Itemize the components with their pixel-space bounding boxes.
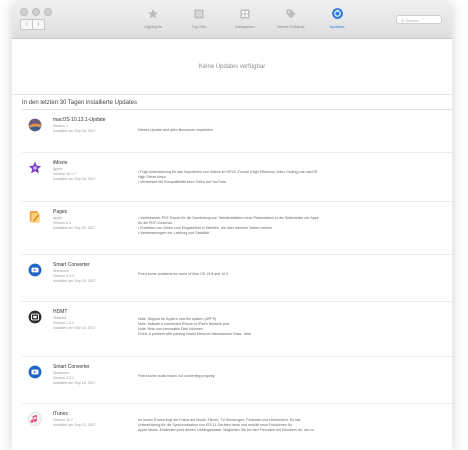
app-name: Smart Converter (53, 262, 90, 268)
tab-kategorien[interactable]: Kategorien (222, 6, 268, 29)
app-name: Smart Converter (53, 364, 90, 370)
app-name: Pages (53, 209, 68, 215)
tab-label: Highlights (144, 24, 162, 29)
converter-icon (28, 365, 42, 379)
tab-label: Updates (329, 24, 345, 29)
app-meta: Version 12.7 Installiert am Sep 13, 2017 (53, 418, 96, 427)
update-description: Fixed some audio tracks not converting p… (138, 374, 215, 378)
app-store-window: ‹ › Highlights Top-Hits Kategorien Meine… (12, 2, 452, 450)
pages-icon (28, 210, 42, 224)
update-item-macos: macOS 10.13.1-Update Version 1 Installie… (22, 110, 452, 153)
app-meta: Version 1 Installiert am Sep 28, 2017 (53, 124, 96, 133)
itunes-icon (28, 412, 42, 426)
app-name: macOS 10.13.1-Update (53, 117, 106, 123)
tab-highlights[interactable]: Highlights (130, 6, 176, 29)
tab-top-hits[interactable]: Top-Hits (176, 6, 222, 29)
app-name: iMovie (53, 160, 68, 166)
minimize-window-button[interactable] (32, 8, 40, 16)
update-description: Note: Support for Apple's new file syste… (138, 317, 252, 336)
forward-button[interactable]: › (33, 19, 45, 30)
toolbar-tabs: Highlights Top-Hits Kategorien Meine Ein… (130, 6, 360, 29)
update-description: • Verbesserter PDF-Export für die Darste… (138, 216, 319, 235)
updates-icon (314, 6, 360, 21)
no-updates-message: Keine Updates verfügbar (12, 39, 452, 95)
app-meta: Shedworx Version 2.3.2 Installiert am Se… (53, 371, 96, 385)
tab-label: Meine Einkäufe (277, 24, 305, 29)
tab-label: Kategorien (235, 24, 255, 29)
title-bar: ‹ › Highlights Top-Hits Kategorien Meine… (12, 2, 452, 39)
back-button[interactable]: ‹ (20, 19, 33, 30)
hdmt-icon (28, 310, 42, 324)
app-meta: Apple Version 10.1.7 Installiert am Sep … (53, 167, 96, 181)
tab-meine-einkaeufe[interactable]: Meine Einkäufe (268, 6, 314, 29)
app-name: HDMT (53, 309, 68, 315)
close-window-button[interactable] (20, 8, 28, 16)
zoom-window-button[interactable] (44, 8, 52, 16)
app-meta: Apple Version 6.3 Installiert am Sep 20,… (53, 216, 96, 230)
search-input[interactable]: Q Suchen (396, 15, 442, 24)
section-title: In den letzten 30 Tagen installierte Upd… (22, 100, 137, 106)
update-item-hdmt: HDMT Tekseed Version 1.3.1 Installiert a… (22, 302, 452, 357)
app-name: iTunes (53, 411, 68, 417)
converter-icon (28, 263, 42, 277)
update-description: • Fügt Unterstützung für das Importieren… (138, 170, 318, 184)
update-item-itunes: iTunes Version 12.7 Installiert am Sep 1… (22, 404, 452, 450)
list-icon (176, 6, 222, 21)
tag-icon (268, 6, 314, 21)
update-description: Dieses Update wird allen Benutzern empfo… (138, 128, 214, 132)
app-meta: Tekseed Version 1.3.1 Installiert am Sep… (53, 316, 96, 330)
window-controls (20, 8, 52, 16)
update-description: Im neuen iTunes liegt der Fokus auf Musi… (138, 418, 314, 432)
update-item-pages: Pages Apple Version 6.3 Installiert am S… (22, 202, 452, 255)
update-item-smart-converter: Smart Converter Shedworx Version 2.3.2 I… (22, 357, 452, 404)
grid-icon (222, 6, 268, 21)
tab-updates[interactable]: Updates (314, 6, 360, 29)
navigation-buttons: ‹ › (20, 19, 45, 30)
update-description: Fixed some problems for users of Mac OS … (138, 272, 229, 276)
macos-icon (28, 118, 42, 132)
update-item-smart-converter: Smart Converter Shedworx Version 2.3.3 I… (22, 255, 452, 302)
imovie-icon (28, 161, 42, 175)
star-icon (130, 6, 176, 21)
app-meta: Shedworx Version 2.3.3 Installiert am Se… (53, 269, 96, 283)
tab-label: Top-Hits (191, 24, 207, 29)
update-item-imovie: iMovie Apple Version 10.1.7 Installiert … (22, 153, 452, 202)
